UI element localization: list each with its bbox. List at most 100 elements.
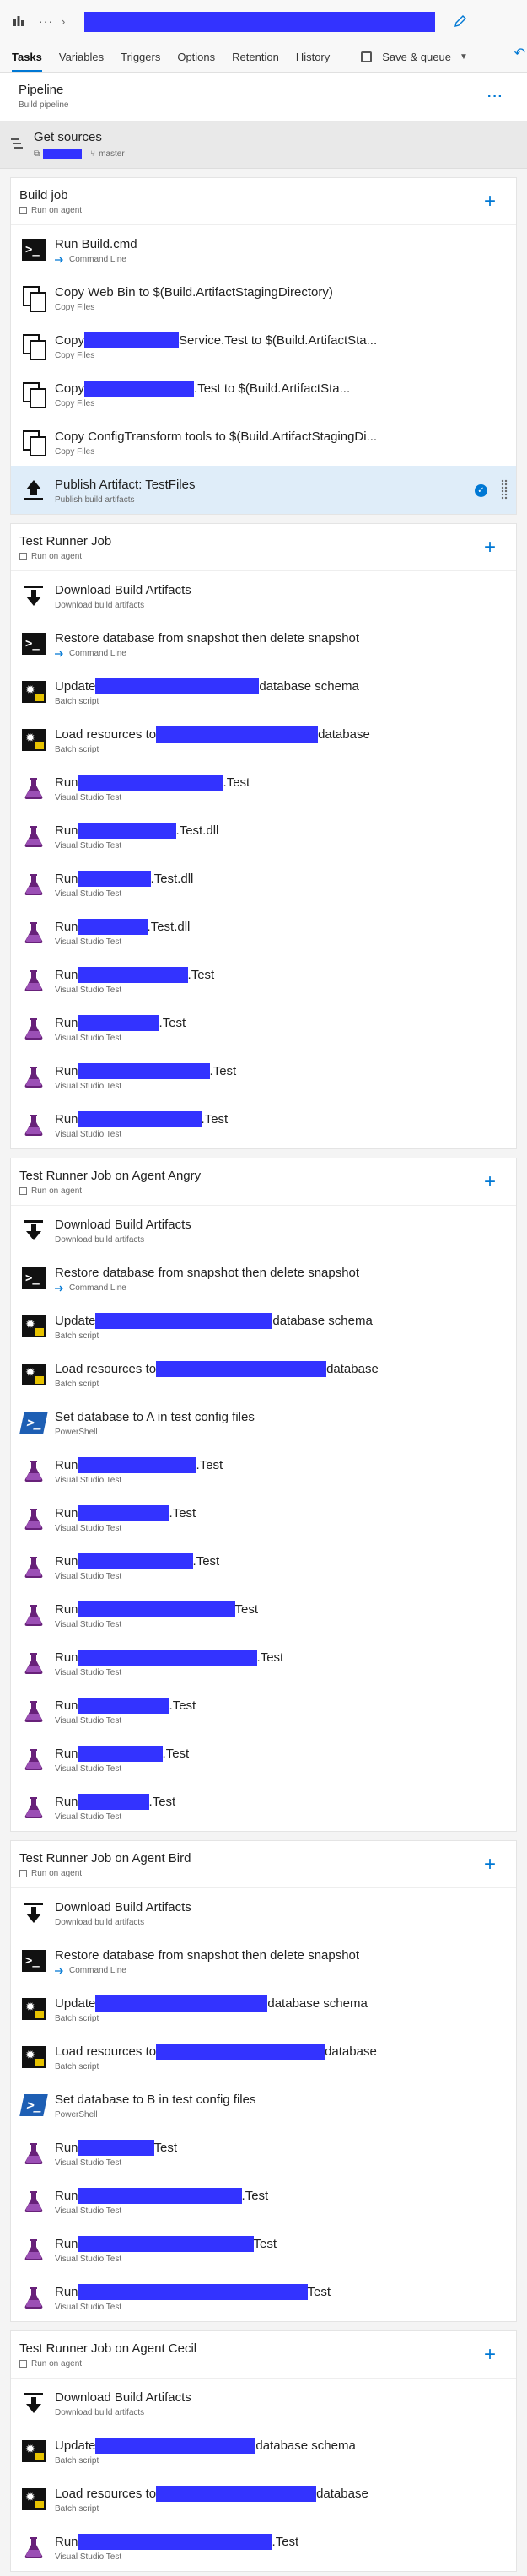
- tab-retention[interactable]: Retention: [232, 51, 279, 72]
- task-name-text: Run: [55, 2140, 78, 2155]
- task-item[interactable]: Run .Test Visual Studio Test: [11, 1735, 516, 1783]
- task-name-text: Run: [55, 1457, 78, 1472]
- task-item[interactable]: Run Test Visual Studio Test: [11, 2273, 516, 2321]
- task-item[interactable]: Run Test Visual Studio Test: [11, 2225, 516, 2273]
- task-type: PowerShell: [55, 2110, 98, 2120]
- task-item[interactable]: >_ Run Build.cmd Command Line: [11, 225, 516, 273]
- task-item[interactable]: Update database schema Batch script: [11, 667, 516, 716]
- phase-header[interactable]: Test Runner Job Run on agent +: [11, 524, 516, 571]
- task-type: Batch script: [55, 1331, 99, 1341]
- task-item[interactable]: >_ Set database to A in test config file…: [11, 1398, 516, 1446]
- task-item[interactable]: Run .Test Visual Studio Test: [11, 1542, 516, 1590]
- task-name: Run .Test: [55, 1793, 516, 1810]
- add-task-icon[interactable]: +: [484, 1170, 496, 1194]
- task-item[interactable]: Load resources to database Batch script: [11, 1350, 516, 1398]
- more-icon[interactable]: ···: [39, 14, 53, 28]
- phase-title: Test Runner Job on Agent Angry: [19, 1169, 202, 1183]
- phase-header[interactable]: Test Runner Job on Agent Cecil Run on ag…: [11, 2331, 516, 2379]
- task-item[interactable]: Download Build Artifacts Download build …: [11, 2379, 516, 2427]
- add-task-icon[interactable]: +: [484, 190, 496, 213]
- task-item[interactable]: Run Test Visual Studio Test: [11, 2129, 516, 2177]
- add-task-icon[interactable]: +: [484, 536, 496, 559]
- task-item[interactable]: >_ Restore database from snapshot then d…: [11, 1254, 516, 1302]
- task-item[interactable]: Run .Test Visual Studio Test: [11, 1639, 516, 1687]
- task-item[interactable]: Download Build Artifacts Download build …: [11, 571, 516, 619]
- task-item[interactable]: Run .Test.dll Visual Studio Test: [11, 860, 516, 908]
- task-name-text: Run: [55, 775, 78, 790]
- task-type: PowerShell: [55, 1428, 98, 1437]
- task-type: Copy Files: [55, 303, 95, 312]
- redacted-text: [78, 774, 223, 791]
- task-item[interactable]: Load resources to database Batch script: [11, 2475, 516, 2523]
- task-name-text: Download Build Artifacts: [55, 2390, 191, 2405]
- task-item[interactable]: Run .Test Visual Studio Test: [11, 1687, 516, 1735]
- tab-variables[interactable]: Variables: [59, 51, 104, 72]
- task-item[interactable]: Download Build Artifacts Download build …: [11, 1206, 516, 1254]
- task-item[interactable]: Run .Test Visual Studio Test: [11, 1494, 516, 1542]
- command-line-icon: >_: [21, 631, 46, 656]
- tab-options[interactable]: Options: [177, 51, 215, 72]
- task-item[interactable]: Copy .Test to $(Build.ArtifactSta... Copy…: [11, 370, 516, 418]
- task-item[interactable]: Download Build Artifacts Download build …: [11, 1888, 516, 1936]
- task-item[interactable]: Run .Test Visual Studio Test: [11, 1052, 516, 1100]
- task-item[interactable]: Run .Test Visual Studio Test: [11, 764, 516, 812]
- task-item[interactable]: Update database schema Batch script: [11, 1302, 516, 1350]
- task-item[interactable]: Run .Test Visual Studio Test: [11, 1446, 516, 1494]
- task-name-text: .Test to $(Build.ArtifactSta...: [194, 381, 351, 396]
- tab-history[interactable]: History: [296, 51, 330, 72]
- task-item[interactable]: Run .Test.dll Visual Studio Test: [11, 908, 516, 956]
- task-item[interactable]: Load resources to database Batch script: [11, 716, 516, 764]
- task-name-text: Load resources to: [55, 2044, 157, 2059]
- task-item[interactable]: Copy Service.Test to $(Build.ArtifactSta…: [11, 321, 516, 370]
- tab-triggers[interactable]: Triggers: [121, 51, 160, 72]
- task-item[interactable]: Update database schema Batch script: [11, 1985, 516, 2033]
- redacted-text: [78, 1649, 257, 1666]
- task-name: Download Build Artifacts: [55, 1898, 516, 1915]
- pipeline-more-icon[interactable]: ···: [487, 89, 503, 105]
- task-item[interactable]: Run .Test Visual Studio Test: [11, 956, 516, 1004]
- task-item[interactable]: Run Test Visual Studio Test: [11, 1590, 516, 1639]
- task-item[interactable]: Run .Test.dll Visual Studio Test: [11, 812, 516, 860]
- task-name-text: Run: [55, 967, 78, 982]
- add-task-icon[interactable]: +: [484, 1853, 496, 1877]
- task-item[interactable]: Update database schema Batch script: [11, 2427, 516, 2475]
- task-name: Restore database from snapshot then dele…: [55, 1947, 516, 1963]
- task-type: Copy Files: [55, 351, 95, 360]
- redacted-text: [78, 1110, 202, 1127]
- task-item[interactable]: Copy ConfigTransform tools to $(Build.Ar…: [11, 418, 516, 466]
- phase-title: Test Runner Job on Agent Cecil: [19, 2341, 197, 2356]
- download-arrow-icon: [21, 1218, 46, 1243]
- task-item[interactable]: >_ Restore database from snapshot then d…: [11, 1936, 516, 1985]
- task-item[interactable]: Run .Test Visual Studio Test: [11, 1100, 516, 1148]
- powershell-icon: >_: [19, 2093, 48, 2118]
- task-item[interactable]: >_ Set database to B in test config file…: [11, 2081, 516, 2129]
- save-queue-label: Save & queue: [382, 51, 451, 63]
- phase-subtitle: Run on agent: [19, 206, 508, 215]
- task-item[interactable]: Copy Web Bin to $(Build.ArtifactStagingD…: [11, 273, 516, 321]
- task-item[interactable]: Run .Test Visual Studio Test: [11, 2177, 516, 2225]
- save-queue-button[interactable]: Save & queue ▼: [361, 51, 468, 72]
- get-sources[interactable]: Get sources ⧉ ⑂ master: [0, 122, 527, 169]
- command-line-icon: >_: [21, 237, 46, 262]
- redacted-text: [78, 1062, 210, 1079]
- pipeline-app-icon[interactable]: [12, 14, 25, 28]
- task-item[interactable]: Run .Test Visual Studio Test: [11, 1783, 516, 1831]
- pencil-icon[interactable]: [452, 13, 469, 30]
- task-item[interactable]: >_ Restore database from snapshot then d…: [11, 619, 516, 667]
- task-item[interactable]: Load resources to database Batch script: [11, 2033, 516, 2081]
- undo-icon[interactable]: ↶: [514, 45, 525, 62]
- redacted-text: [78, 1553, 193, 1569]
- task-item[interactable]: Run .Test Visual Studio Test: [11, 2523, 516, 2571]
- tab-tasks[interactable]: Tasks: [12, 51, 42, 72]
- task-name: Update database schema: [55, 2437, 516, 2454]
- phase-header[interactable]: Test Runner Job on Agent Angry Run on ag…: [11, 1158, 516, 1206]
- task-item[interactable]: Run .Test Visual Studio Test: [11, 1004, 516, 1052]
- drag-handle-icon[interactable]: [501, 479, 508, 500]
- pipeline-header[interactable]: Pipeline Build pipeline ···: [0, 73, 527, 122]
- phase-header[interactable]: Build job Run on agent +: [11, 178, 516, 225]
- task-item-selected[interactable]: Publish Artifact: TestFiles Publish buil…: [11, 466, 516, 514]
- add-task-icon[interactable]: +: [484, 2343, 496, 2367]
- task-name-text: Run: [55, 919, 78, 934]
- phase-header[interactable]: Test Runner Job on Agent Bird Run on age…: [11, 1841, 516, 1888]
- task-name: Update database schema: [55, 678, 516, 694]
